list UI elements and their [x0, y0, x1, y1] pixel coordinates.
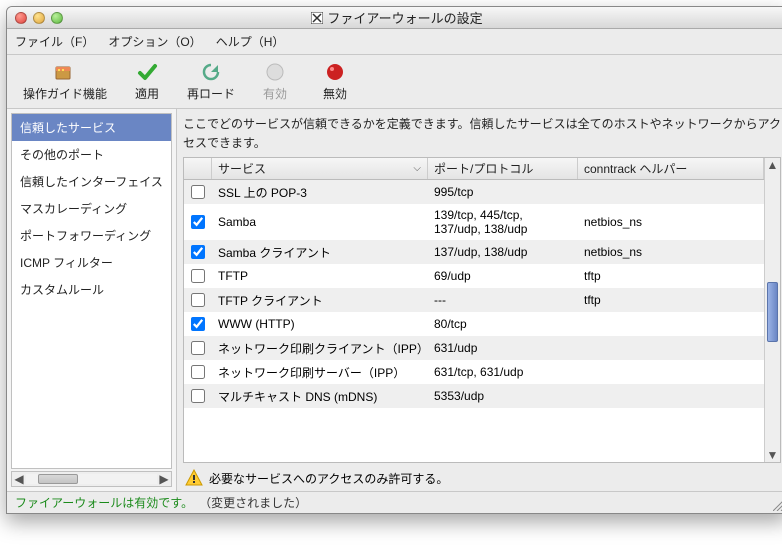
table-row[interactable]: WWW (HTTP)80/tcp [184, 312, 764, 336]
warning-text: 必要なサービスへのアクセスのみ許可する。 [209, 470, 448, 487]
cell-port: 5353/udp [428, 389, 578, 403]
window: ファイアーウォールの設定 ファイル（F） オプション（O） ヘルプ（H） 操作ガ… [6, 6, 782, 514]
cell-service: ネットワーク印刷クライアント（IPP） [212, 340, 428, 357]
sidebar-item[interactable]: マスカレーディング [12, 195, 171, 222]
service-checkbox[interactable] [191, 389, 205, 403]
cell-service: TFTP クライアント [212, 292, 428, 309]
service-checkbox[interactable] [191, 365, 205, 379]
content: 信頼したサービスその他のポート信頼したインターフェイスマスカレーディングポートフ… [7, 109, 782, 491]
x11-icon [311, 12, 323, 24]
scroll-down-icon[interactable]: ▼ [765, 448, 780, 462]
cell-service: ネットワーク印刷サーバー（IPP） [212, 364, 428, 381]
cell-conntrack: netbios_ns [578, 245, 764, 259]
resize-grip-icon[interactable] [773, 499, 782, 511]
service-checkbox[interactable] [191, 215, 205, 229]
toolbar: 操作ガイド機能 適用 再ロード 有効 無効 [7, 55, 782, 109]
titlebar: ファイアーウォールの設定 [7, 7, 782, 29]
traffic-lights [15, 12, 63, 24]
cell-port: 80/tcp [428, 317, 578, 331]
cell-port: --- [428, 293, 578, 307]
cell-conntrack: tftp [578, 293, 764, 307]
table-row[interactable]: ネットワーク印刷サーバー（IPP）631/tcp, 631/udp [184, 360, 764, 384]
table-row[interactable]: SSL 上の POP-3995/tcp [184, 180, 764, 204]
cell-service: Samba クライアント [212, 244, 428, 261]
sidebar-list[interactable]: 信頼したサービスその他のポート信頼したインターフェイスマスカレーディングポートフ… [11, 113, 172, 469]
service-checkbox[interactable] [191, 269, 205, 283]
table-row[interactable]: TFTP クライアント---tftp [184, 288, 764, 312]
col-conntrack[interactable]: conntrack ヘルパー [578, 158, 764, 179]
table-row[interactable]: Samba クライアント137/udp, 138/udpnetbios_ns [184, 240, 764, 264]
cell-service: Samba [212, 215, 428, 229]
services-table: サービス⌵ ポート/プロトコル conntrack ヘルパー SSL 上の PO… [183, 157, 781, 463]
wizard-icon [54, 61, 76, 83]
wizard-button[interactable]: 操作ガイド機能 [13, 57, 117, 106]
service-checkbox[interactable] [191, 317, 205, 331]
main-panel: ここでどのサービスが信頼できるかを定義できます。信頼したサービスは全てのホストや… [177, 109, 782, 491]
cell-conntrack: tftp [578, 269, 764, 283]
table-header: サービス⌵ ポート/プロトコル conntrack ヘルパー [184, 158, 764, 180]
service-checkbox[interactable] [191, 341, 205, 355]
cell-port: 631/tcp, 631/udp [428, 365, 578, 379]
apply-button[interactable]: 適用 [117, 57, 177, 106]
col-checkbox[interactable] [184, 158, 212, 179]
warning-row: 必要なサービスへのアクセスのみ許可する。 [183, 467, 781, 487]
sidebar-item[interactable]: 信頼したサービス [12, 114, 171, 141]
sidebar-panel: 信頼したサービスその他のポート信頼したインターフェイスマスカレーディングポートフ… [7, 109, 177, 491]
status-enabled: ファイアーウォールは有効です。 [15, 494, 193, 511]
scroll-left-icon[interactable]: ◀ [12, 472, 26, 486]
cell-port: 69/udp [428, 269, 578, 283]
sidebar-item[interactable]: その他のポート [12, 141, 171, 168]
service-checkbox[interactable] [191, 245, 205, 259]
cell-conntrack: netbios_ns [578, 215, 764, 229]
cell-port: 139/tcp, 445/tcp, 137/udp, 138/udp [428, 208, 578, 237]
scroll-up-icon[interactable]: ▲ [765, 158, 780, 172]
enable-button[interactable]: 有効 [245, 57, 305, 106]
sort-chevron-icon: ⌵ [413, 163, 421, 174]
vscroll-thumb[interactable] [767, 282, 778, 342]
disable-icon [324, 61, 346, 83]
enable-icon [264, 61, 286, 83]
sidebar-hscrollbar[interactable]: ◀ ▶ [11, 471, 172, 487]
panel-description: ここでどのサービスが信頼できるかを定義できます。信頼したサービスは全てのホストや… [183, 115, 781, 153]
menu-options[interactable]: オプション（O） [108, 33, 201, 50]
status-changed: （変更されました） [199, 494, 307, 511]
sidebar-item[interactable]: カスタムルール [12, 276, 171, 303]
scroll-thumb[interactable] [38, 474, 78, 484]
table-row[interactable]: TFTP69/udptftp [184, 264, 764, 288]
service-checkbox[interactable] [191, 293, 205, 307]
minimize-button[interactable] [33, 12, 45, 24]
close-button[interactable] [15, 12, 27, 24]
menu-help[interactable]: ヘルプ（H） [216, 33, 285, 50]
reload-icon [200, 61, 222, 83]
menubar: ファイル（F） オプション（O） ヘルプ（H） [7, 29, 782, 55]
warning-icon [185, 469, 203, 487]
service-checkbox[interactable] [191, 185, 205, 199]
cell-port: 631/udp [428, 341, 578, 355]
table-vscrollbar[interactable]: ▲ ▼ [764, 158, 780, 462]
sidebar-item[interactable]: ICMP フィルター [12, 249, 171, 276]
disable-button[interactable]: 無効 [305, 57, 365, 106]
col-port[interactable]: ポート/プロトコル [428, 158, 578, 179]
menu-file[interactable]: ファイル（F） [15, 33, 94, 50]
cell-service: SSL 上の POP-3 [212, 184, 428, 201]
cell-service: TFTP [212, 269, 428, 283]
scroll-right-icon[interactable]: ▶ [157, 472, 171, 486]
table-row[interactable]: ネットワーク印刷クライアント（IPP）631/udp [184, 336, 764, 360]
statusbar: ファイアーウォールは有効です。 （変更されました） [7, 491, 782, 513]
sidebar-item[interactable]: ポートフォワーディング [12, 222, 171, 249]
cell-port: 137/udp, 138/udp [428, 245, 578, 259]
window-title: ファイアーウォールの設定 [7, 8, 782, 27]
check-icon [136, 61, 158, 83]
table-row[interactable]: Samba139/tcp, 445/tcp, 137/udp, 138/udpn… [184, 204, 764, 240]
col-service[interactable]: サービス⌵ [212, 158, 428, 179]
table-row[interactable]: マルチキャスト DNS (mDNS)5353/udp [184, 384, 764, 408]
cell-port: 995/tcp [428, 185, 578, 199]
sidebar-item[interactable]: 信頼したインターフェイス [12, 168, 171, 195]
cell-service: WWW (HTTP) [212, 317, 428, 331]
reload-button[interactable]: 再ロード [177, 57, 245, 106]
cell-service: マルチキャスト DNS (mDNS) [212, 388, 428, 405]
zoom-button[interactable] [51, 12, 63, 24]
scroll-track[interactable] [26, 474, 157, 484]
